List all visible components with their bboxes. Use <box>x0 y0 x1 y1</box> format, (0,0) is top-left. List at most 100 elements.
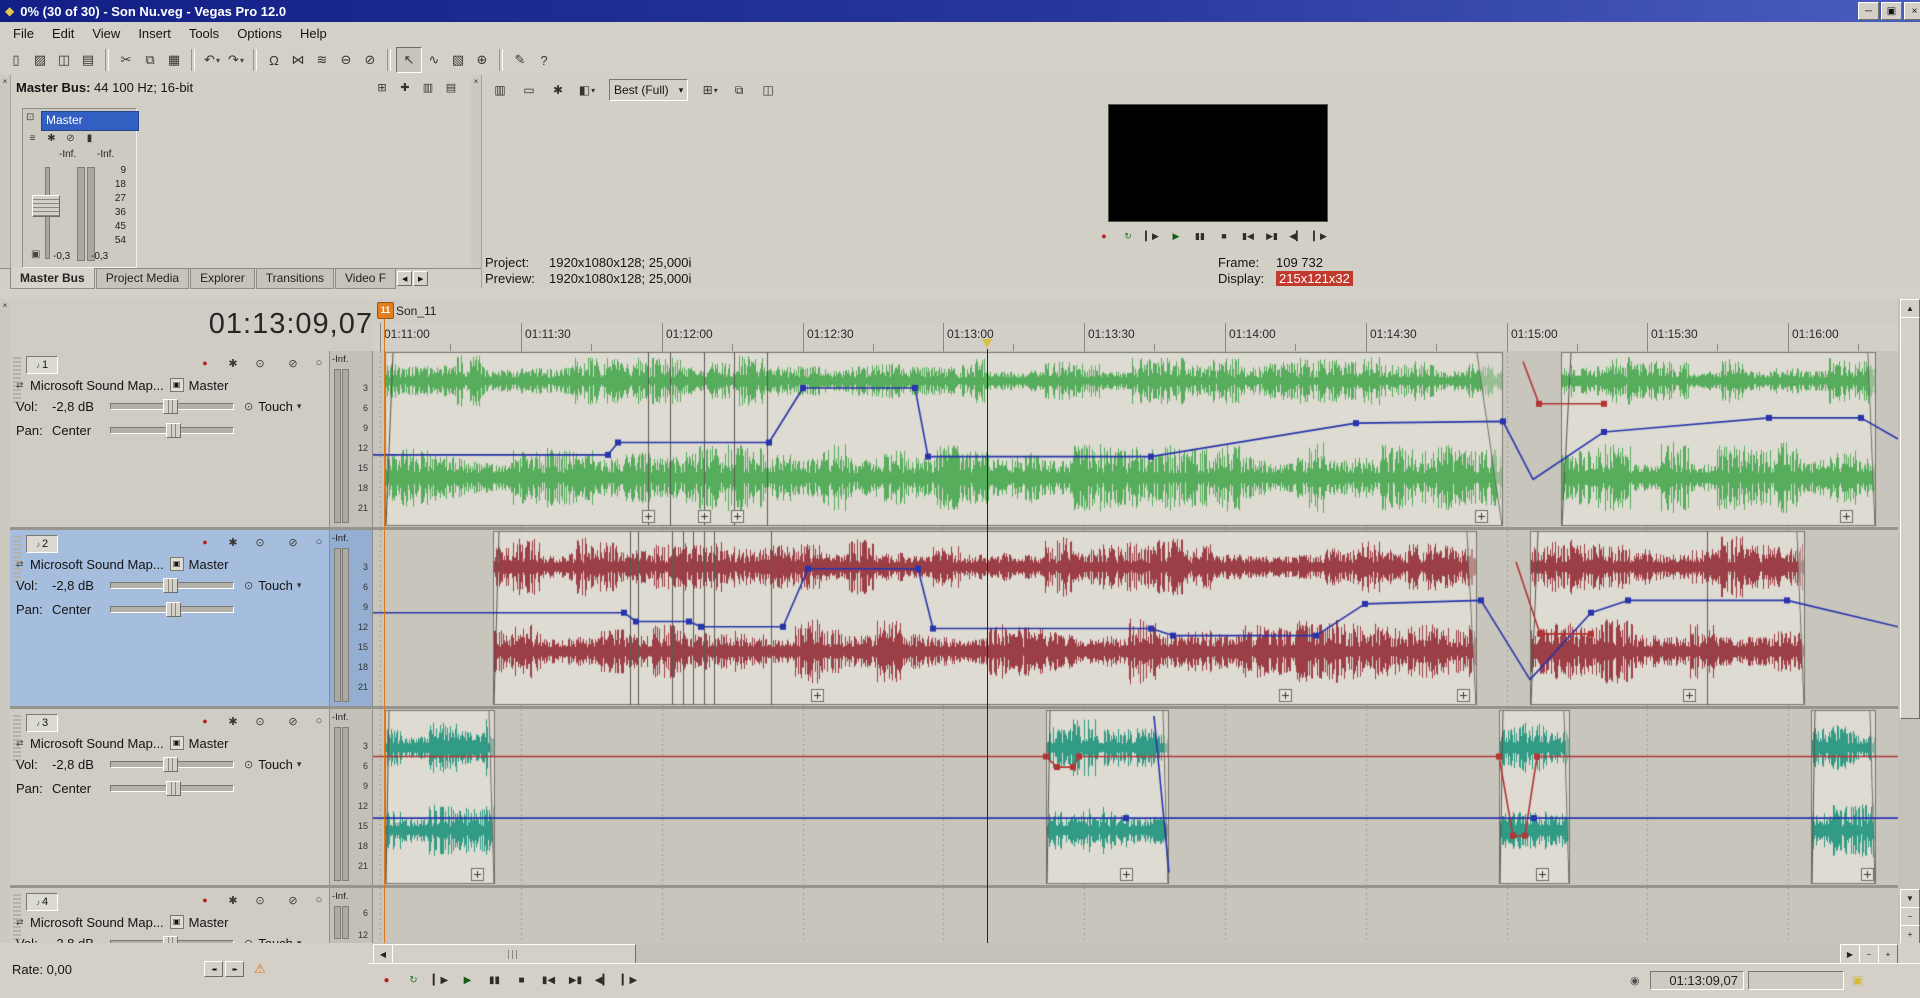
track-1-record-arm-button[interactable]: ● <box>196 355 214 371</box>
vscroll-thumb[interactable] <box>1900 317 1920 719</box>
marker-flag[interactable]: 11 <box>377 302 394 319</box>
cut-button[interactable]: ✂ <box>114 48 138 72</box>
redo-button[interactable]: ↷▾ <box>224 48 248 72</box>
transport-timecode[interactable]: 01:13:09,07 <box>1650 971 1744 990</box>
ignore-grouping-button[interactable]: ⊘ <box>358 48 382 72</box>
chevron-down-icon[interactable]: ▾ <box>297 580 302 591</box>
transport-pause-button[interactable]: ▮▮ <box>482 969 507 991</box>
close-icon[interactable]: × <box>1 77 9 86</box>
zoom-in-time-button[interactable]: + <box>1878 944 1898 964</box>
preview-quality-select[interactable]: Best (Full)▾ <box>609 79 688 101</box>
normal-edit-tool-button[interactable]: ↖ <box>396 47 422 73</box>
track-3-solo-button[interactable]: ○ <box>310 713 328 729</box>
track-bus-name[interactable]: Master <box>189 736 229 751</box>
track-3-mute-button[interactable]: ⊘ <box>284 713 302 729</box>
zoom-edit-tool-button[interactable]: ⊕ <box>470 48 494 72</box>
scroll-down-button[interactable]: ▼ <box>1900 889 1920 908</box>
preview-pause-button[interactable]: ▮▮ <box>1189 227 1211 245</box>
marker-row[interactable] <box>373 299 1898 324</box>
menu-insert[interactable]: Insert <box>129 23 180 44</box>
bus-assignment-icon[interactable]: ▣ <box>170 557 184 571</box>
automation-mode-label[interactable]: Touch <box>258 936 293 944</box>
dropdown-icon[interactable]: ▾ <box>591 86 595 95</box>
paste-button[interactable]: ▦ <box>162 48 186 72</box>
scroll-up-button[interactable]: ▲ <box>1900 299 1920 318</box>
menu-tools[interactable]: Tools <box>180 23 228 44</box>
preview-go-to-start-button[interactable]: ▮◀ <box>1237 227 1259 245</box>
tab-transitions[interactable]: Transitions <box>256 269 334 289</box>
transport-go-to-start-button[interactable]: ▮◀ <box>536 969 561 991</box>
tab-scroll-right-button[interactable]: ▶ <box>413 271 428 286</box>
track-4-waveform[interactable] <box>373 888 1898 943</box>
volume-value[interactable]: -2,8 dB <box>52 936 110 944</box>
track-3-automation-mode-button[interactable]: ⊙ <box>251 713 269 729</box>
menu-file[interactable]: File <box>4 23 43 44</box>
track-3-record-arm-button[interactable]: ● <box>196 713 214 729</box>
transport-go-to-end-button[interactable]: ▶▮ <box>563 969 588 991</box>
tab-video-f[interactable]: Video F <box>335 269 396 289</box>
master-fader-mode-button[interactable]: ▮ <box>82 131 97 145</box>
master-fader[interactable] <box>31 167 61 259</box>
rate-spin-up[interactable]: ▸▸ <box>225 961 244 977</box>
track-1-mute-button[interactable]: ⊘ <box>284 355 302 371</box>
enable-snapping-button[interactable]: Ω <box>262 48 286 72</box>
transport-play-from-start-button[interactable]: ▎▶ <box>428 969 453 991</box>
menu-help[interactable]: Help <box>291 23 336 44</box>
pan-slider-thumb[interactable] <box>166 781 181 796</box>
playhead-cursor-head[interactable] <box>982 339 992 348</box>
track-4-solo-button[interactable]: ○ <box>310 892 328 908</box>
volume-slider-thumb[interactable] <box>163 936 178 944</box>
preview-play-from-start-button[interactable]: ▎▶ <box>1141 227 1163 245</box>
track-device-name[interactable]: Microsoft Sound Map... <box>30 378 164 393</box>
close-icon[interactable]: × <box>1 301 9 310</box>
track-device-name[interactable]: Microsoft Sound Map... <box>30 915 164 930</box>
overlays-button[interactable]: ⊞▾ <box>697 80 723 100</box>
track-1-solo-button[interactable]: ○ <box>310 355 328 371</box>
timeline-vscrollbar[interactable]: ▲ ▼ − + <box>1898 299 1920 943</box>
zoom-in-track-button[interactable]: + <box>1900 925 1920 944</box>
transport-prev-frame-button[interactable]: ◀▎ <box>590 969 615 991</box>
save-snapshot-button[interactable]: ◫ <box>755 80 781 100</box>
insert-bus-button[interactable]: ⊞ <box>372 78 392 96</box>
rate-spin-down[interactable]: ◂◂ <box>204 961 223 977</box>
track-2-record-arm-button[interactable]: ● <box>196 534 214 550</box>
track-device-name[interactable]: Microsoft Sound Map... <box>30 557 164 572</box>
menu-view[interactable]: View <box>83 23 129 44</box>
track-bus-name[interactable]: Master <box>189 557 229 572</box>
preview-loop-button[interactable]: ↻ <box>1117 227 1139 245</box>
volume-slider-thumb[interactable] <box>163 757 178 772</box>
tab-master-bus[interactable]: Master Bus <box>10 268 95 289</box>
tab-scroll-left-button[interactable]: ◀ <box>397 271 412 286</box>
transport-play-button[interactable]: ▶ <box>455 969 480 991</box>
selection-length-box[interactable] <box>1748 971 1844 990</box>
copy-button[interactable]: ⧉ <box>138 48 162 72</box>
automation-settings-icon[interactable]: ⊙ <box>244 400 253 413</box>
automation-mode-label[interactable]: Touch <box>258 757 293 772</box>
chevron-down-icon[interactable]: ▾ <box>679 85 684 96</box>
timecode-display[interactable]: 01:13:09,07 <box>10 299 394 352</box>
transport-next-frame-button[interactable]: ▎▶ <box>617 969 642 991</box>
track-2-volume-slider[interactable] <box>110 582 234 589</box>
close-button[interactable]: × <box>1904 2 1920 20</box>
lock-icon[interactable]: ▣ <box>31 249 40 260</box>
preview-stop-button[interactable]: ■ <box>1213 227 1235 245</box>
minimize-button[interactable]: ─ <box>1858 2 1879 20</box>
pan-slider-thumb[interactable] <box>166 423 181 438</box>
volume-value[interactable]: -2,8 dB <box>52 399 110 414</box>
menu-options[interactable]: Options <box>228 23 291 44</box>
dropdown-icon[interactable]: ▾ <box>216 56 220 65</box>
copy-snapshot-button[interactable]: ⧉ <box>726 80 752 100</box>
transport-stop-button[interactable]: ■ <box>509 969 534 991</box>
track-2-waveform[interactable] <box>373 530 1898 706</box>
track-device-name[interactable]: Microsoft Sound Map... <box>30 736 164 751</box>
pan-value[interactable]: Center <box>52 423 110 438</box>
bus-assignment-icon[interactable]: ▣ <box>170 915 184 929</box>
chevron-down-icon[interactable]: ▾ <box>297 401 302 412</box>
master-fx-button[interactable]: ✱ <box>44 131 59 145</box>
track-3-waveform[interactable] <box>373 709 1898 885</box>
track-bus-name[interactable]: Master <box>189 915 229 930</box>
selection-edit-tool-button[interactable]: ▧ <box>446 48 470 72</box>
preview-next-frame-button[interactable]: ▎▶ <box>1309 227 1331 245</box>
automation-settings-icon[interactable]: ⊙ <box>244 579 253 592</box>
track-2-mute-button[interactable]: ⊘ <box>284 534 302 550</box>
